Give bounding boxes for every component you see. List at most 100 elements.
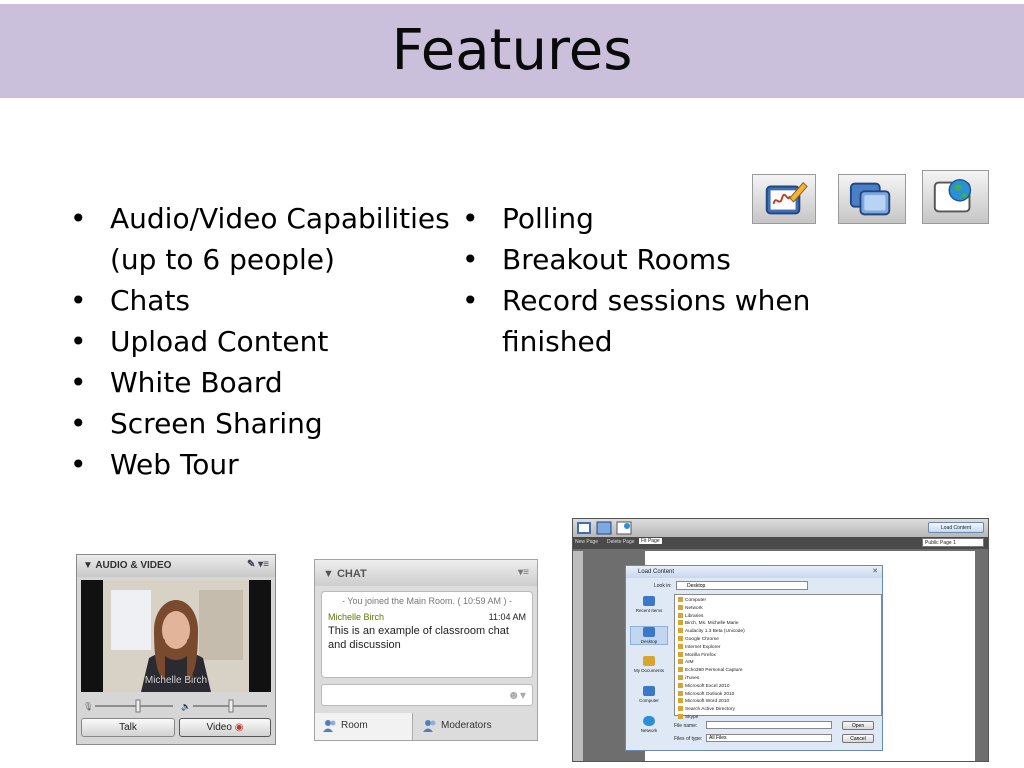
slide-title: Features <box>391 18 633 83</box>
file-item[interactable]: Network <box>678 605 878 613</box>
place-my-documents[interactable]: My Documents <box>630 656 668 673</box>
place-label: Recent Items <box>635 608 663 613</box>
delete-page-button[interactable]: Delete Page <box>607 539 635 545</box>
message-sender: Michelle Birch <box>328 612 385 622</box>
file-type-select[interactable]: All Files <box>706 734 832 742</box>
load-content-button[interactable]: Load Content <box>928 522 984 533</box>
chat-panel: ▼ CHAT ▾≡ - You joined the Main Room. ( … <box>314 559 538 741</box>
look-in-select[interactable]: Desktop <box>676 581 808 590</box>
feature-item: Audio/Video Capabilities (up to 6 people… <box>70 198 470 280</box>
whiteboard-toolbar: Load Content <box>573 519 988 537</box>
title-bar: Features <box>0 4 1024 98</box>
settings-menu-icon[interactable]: ✎ ▾≡ <box>247 559 269 570</box>
audio-video-header: ▼ AUDIO & VIDEO ✎ ▾≡ <box>77 555 275 577</box>
open-button[interactable]: Open <box>842 721 874 730</box>
whiteboard-icon[interactable] <box>752 174 816 224</box>
file-item[interactable]: Microsoft Outlook 2010 <box>678 691 878 699</box>
close-icon[interactable]: ✕ <box>872 566 878 578</box>
collapse-triangle-icon[interactable]: ▼ <box>83 560 93 571</box>
feature-item: Chats <box>70 280 470 321</box>
feature-item: Screen Sharing <box>70 403 470 444</box>
desktop-icon <box>643 627 655 637</box>
place-label: My Documents <box>633 668 664 673</box>
file-item[interactable]: AIM <box>678 659 878 667</box>
chat-menu-icon[interactable]: ▾≡ <box>518 567 529 578</box>
file-item[interactable]: Google Chrome <box>678 636 878 644</box>
file-item[interactable]: iTunes <box>678 675 878 683</box>
file-item[interactable]: Audacity 1.3 Beta (Unicode) <box>678 628 878 636</box>
chat-header: ▼ CHAT ▾≡ <box>315 560 537 586</box>
place-desktop[interactable]: Desktop <box>630 626 668 645</box>
talk-button[interactable]: Talk <box>81 718 175 737</box>
file-item[interactable]: Internet Explorer <box>678 644 878 652</box>
recent-items-icon <box>643 596 655 606</box>
file-list: Computer Network Libraries Birch, Ms. Mi… <box>674 594 882 720</box>
place-network[interactable]: Network <box>630 716 668 733</box>
file-item[interactable]: Microsoft Excel 2010 <box>678 683 878 691</box>
place-label: Network <box>640 728 658 733</box>
place-label: Desktop <box>640 639 658 644</box>
file-name-label: File name: <box>674 723 698 729</box>
feature-item: Upload Content <box>70 321 470 362</box>
file-item[interactable]: Computer <box>678 597 878 605</box>
drawing-tools-bar <box>573 551 583 761</box>
tab-room[interactable]: Room <box>315 713 413 740</box>
volume-controls: 🎙 🔈 <box>81 699 271 713</box>
network-icon <box>643 716 655 726</box>
new-page-button[interactable]: New Page <box>575 539 598 545</box>
chat-input[interactable]: ☻▾ <box>321 684 533 706</box>
dialog-title: Load Content ✕ <box>626 566 882 578</box>
feature-list-left: Audio/Video Capabilities (up to 6 people… <box>70 198 470 485</box>
feature-item: Record sessions when finished <box>462 280 822 362</box>
tab-room-label: Room <box>341 720 368 731</box>
collapse-triangle-icon[interactable]: ▼ <box>323 568 334 580</box>
system-message: - You joined the Main Room. ( 10:59 AM )… <box>341 596 513 606</box>
people-icon <box>423 720 436 732</box>
tab-moderators[interactable]: Moderators <box>415 713 535 740</box>
chat-title: CHAT <box>336 568 367 580</box>
video-button[interactable]: Video ◉ <box>179 718 271 737</box>
svg-text:🔈: 🔈 <box>181 702 191 711</box>
svg-text:🎙: 🎙 <box>83 702 93 711</box>
feature-item: Breakout Rooms <box>462 239 822 280</box>
file-type-label: Files of type: <box>674 736 703 742</box>
fit-page-select[interactable]: Fit Page <box>639 538 662 544</box>
participant-name: Michelle Birch <box>144 675 208 686</box>
tab-moderators-label: Moderators <box>441 720 492 731</box>
file-item[interactable]: Birch, Ms. Michelle Marie <box>678 620 878 628</box>
computer-icon <box>643 686 655 696</box>
file-item[interactable]: Mozilla Firefox <box>678 652 878 660</box>
places-bar: Recent Items Desktop My Documents Comput… <box>630 594 668 744</box>
audio-video-panel: ▼ AUDIO & VIDEO ✎ ▾≡ Michelle Birch 🎙 🔈 … <box>76 554 276 745</box>
file-item[interactable]: Echo360 Personal Capture <box>678 667 878 675</box>
place-recent-items[interactable]: Recent Items <box>630 596 668 613</box>
feature-item: White Board <box>70 362 470 403</box>
screen-sharing-icon[interactable] <box>838 174 906 224</box>
video-feed: Michelle Birch <box>81 580 271 692</box>
dialog-title-text: Load Content <box>638 569 675 575</box>
audio-video-title: AUDIO & VIDEO <box>95 560 172 571</box>
file-item[interactable]: Microsoft Word 2010 <box>678 698 878 706</box>
load-content-dialog: Load Content ✕ Look in: Desktop Recent I… <box>625 565 883 751</box>
cancel-button[interactable]: Cancel <box>842 734 874 743</box>
tool-icons <box>577 521 632 535</box>
emoticon-icon[interactable]: ☻▾ <box>507 688 526 702</box>
message-meta: Michelle Birch 11:04 AM <box>328 612 526 624</box>
file-item[interactable]: Search Active Directory <box>678 706 878 714</box>
look-in-label: Look in: <box>654 583 672 589</box>
web-tour-icon[interactable] <box>922 170 989 224</box>
message-text: This is an example of classroom chat and… <box>328 625 509 651</box>
feature-item: Web Tour <box>70 444 470 485</box>
video-button-label: Video <box>206 722 232 733</box>
place-computer[interactable]: Computer <box>630 686 668 703</box>
file-item[interactable]: Libraries <box>678 613 878 621</box>
webcam-icon: ◉ <box>234 722 244 733</box>
file-name-input[interactable] <box>706 721 832 729</box>
chat-tabs: Room Moderators <box>315 713 537 740</box>
place-label: Computer <box>639 698 659 703</box>
people-icon <box>323 720 336 732</box>
load-content-screenshot: Load Content New Page Delete Page Fit Pa… <box>572 518 989 762</box>
chat-messages: - You joined the Main Room. ( 10:59 AM )… <box>321 591 533 678</box>
page-select[interactable]: Public Page 1 <box>922 538 984 547</box>
folder-icon <box>643 656 655 666</box>
